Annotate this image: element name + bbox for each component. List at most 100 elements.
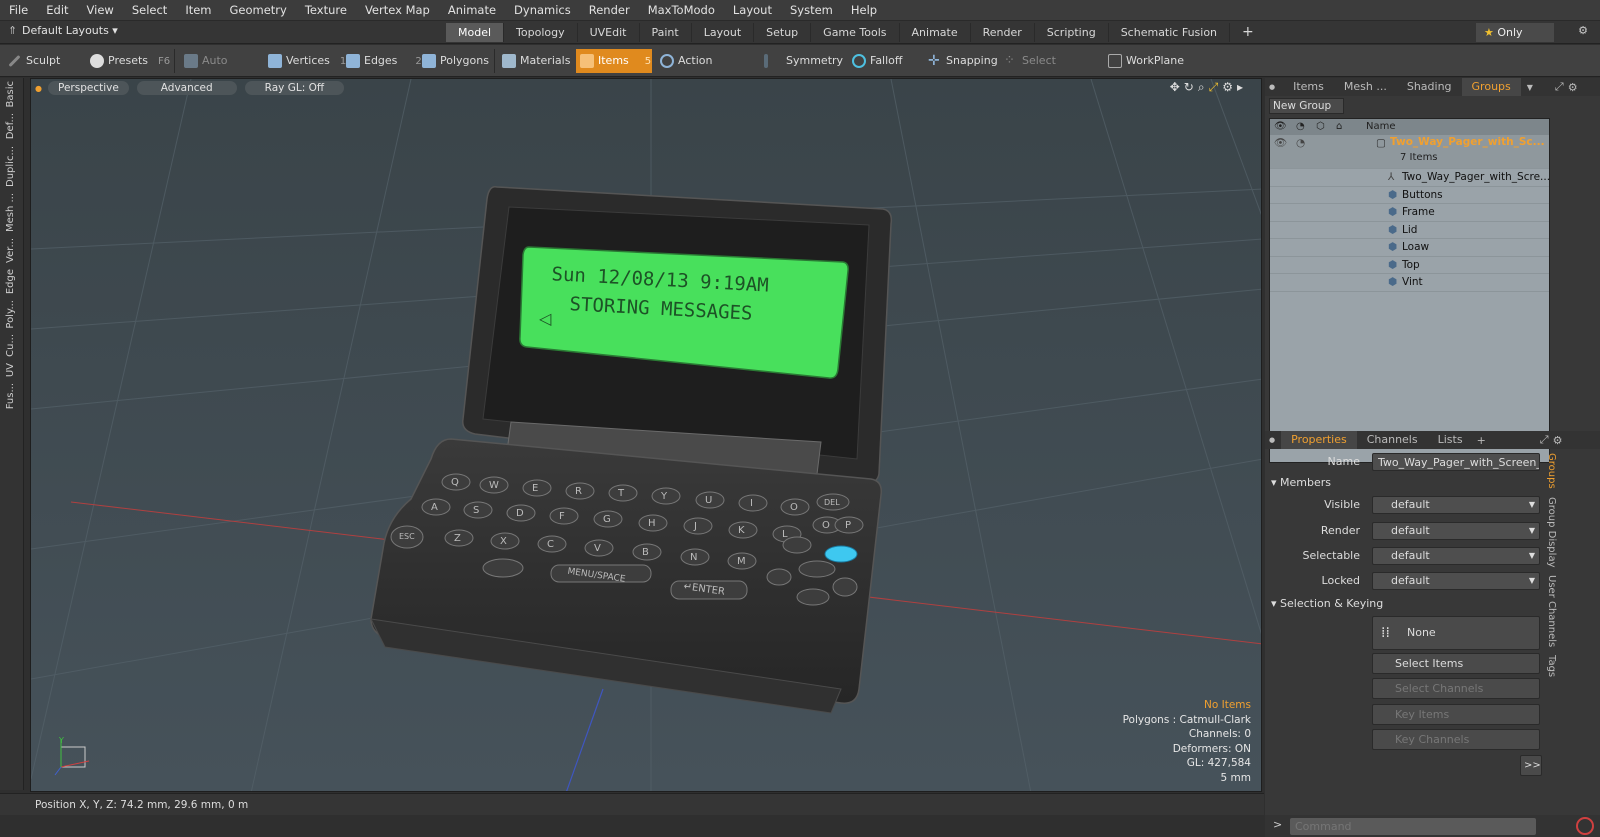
- sculpt-button[interactable]: Sculpt: [4, 49, 82, 73]
- tab-setup[interactable]: Setup: [754, 23, 812, 42]
- more-button[interactable]: >>: [1520, 755, 1542, 776]
- command-input[interactable]: [1290, 818, 1536, 835]
- visibility-column-icon[interactable]: 👁: [1274, 119, 1287, 135]
- layout-up-icon[interactable]: ⇑: [8, 24, 17, 37]
- vertices-button[interactable]: Vertices 1: [264, 49, 346, 73]
- tab-game-tools[interactable]: Game Tools: [811, 23, 900, 42]
- zoom-icon[interactable]: ⌕: [1198, 80, 1209, 94]
- panel-dropdown-icon[interactable]: ▼: [1527, 83, 1533, 92]
- action-center-button[interactable]: Action Center: [656, 49, 748, 91]
- tab-channels[interactable]: Channels: [1357, 431, 1428, 449]
- side-tab-group-display[interactable]: Group Display: [1546, 497, 1557, 567]
- add-tab-icon[interactable]: +: [1477, 434, 1486, 447]
- menu-render[interactable]: Render: [580, 3, 639, 17]
- edges-button[interactable]: Edges 2: [342, 49, 422, 73]
- list-item[interactable]: ⅄ Two_Way_Pager_with_Scre...: [1270, 169, 1550, 187]
- key-channels-button[interactable]: Key Channels: [1372, 729, 1540, 750]
- list-item[interactable]: ⬢ Buttons: [1270, 187, 1549, 204]
- menu-edit[interactable]: Edit: [37, 3, 77, 17]
- tab-topology[interactable]: Topology: [504, 23, 578, 42]
- perspective-button[interactable]: Perspective: [47, 81, 129, 95]
- materials-button[interactable]: Materials: [498, 49, 574, 73]
- properties-expand-icon[interactable]: ⤢: [1540, 433, 1549, 447]
- pan-icon[interactable]: ✥: [1170, 80, 1184, 94]
- tab-lists[interactable]: Lists: [1428, 431, 1473, 449]
- properties-dot-icon[interactable]: ●: [1269, 436, 1275, 444]
- left-tab-vertex[interactable]: Ver...: [5, 235, 19, 266]
- falloff-button[interactable]: Falloff: [848, 49, 918, 73]
- record-icon[interactable]: [1576, 817, 1594, 835]
- list-item[interactable]: ⬢ Vint: [1270, 274, 1549, 292]
- menu-item[interactable]: Item: [176, 3, 220, 17]
- expand-icon[interactable]: ⤢: [1555, 80, 1564, 94]
- left-tab-uv[interactable]: UV: [5, 360, 19, 380]
- symmetry-button[interactable]: Symmetry: [756, 49, 843, 73]
- menu-geometry[interactable]: Geometry: [221, 3, 296, 17]
- 3d-viewport[interactable]: Sun 12/08/13 9:19AM STORING MESSAGES ◁ Q…: [30, 78, 1262, 792]
- visible-dropdown[interactable]: default ▼: [1372, 496, 1540, 514]
- menu-dynamics[interactable]: Dynamics: [505, 3, 580, 17]
- viewport-gear-icon[interactable]: ⚙: [1222, 80, 1237, 94]
- left-tab-deform[interactable]: Def...: [5, 110, 19, 142]
- advanced-button[interactable]: Advanced: [136, 81, 237, 95]
- tab-properties[interactable]: Properties: [1281, 431, 1357, 449]
- left-tab-basic[interactable]: Basic: [5, 78, 19, 110]
- left-tab-mesh[interactable]: Mesh ...: [5, 190, 19, 235]
- menu-animate[interactable]: Animate: [439, 3, 505, 17]
- menu-texture[interactable]: Texture: [296, 3, 356, 17]
- menu-select[interactable]: Select: [123, 3, 176, 17]
- tab-mesh[interactable]: Mesh ...: [1334, 78, 1397, 96]
- list-item[interactable]: ⬢ Loaw: [1270, 239, 1549, 257]
- new-group-button[interactable]: New Group: [1269, 98, 1344, 114]
- members-section[interactable]: ▾ Members: [1271, 476, 1331, 489]
- menu-view[interactable]: View: [78, 3, 123, 17]
- left-tab-duplicate[interactable]: Duplic...: [5, 143, 19, 190]
- menu-file[interactable]: File: [0, 3, 37, 17]
- items-button[interactable]: Items 5: [576, 49, 652, 73]
- render-column-icon[interactable]: ◔: [1296, 119, 1305, 135]
- render-dropdown[interactable]: default ▼: [1372, 522, 1540, 540]
- select-items-button[interactable]: Select Items: [1372, 653, 1540, 674]
- left-tab-fusion[interactable]: Fus...: [5, 380, 19, 412]
- name-column-header[interactable]: Name: [1366, 119, 1396, 135]
- polygons-button[interactable]: Polygons: [418, 49, 492, 73]
- menu-layout[interactable]: Layout: [724, 3, 781, 17]
- list-item[interactable]: ⬢ Top: [1270, 257, 1549, 274]
- presets-button[interactable]: Presets F6: [86, 49, 170, 73]
- rotate-icon[interactable]: ↻: [1184, 80, 1198, 94]
- tab-uvedit[interactable]: UVEdit: [578, 23, 640, 42]
- tab-render[interactable]: Render: [971, 23, 1035, 42]
- tab-items[interactable]: Items: [1283, 78, 1334, 96]
- tab-model[interactable]: Model: [446, 23, 505, 42]
- side-tab-user-channels[interactable]: User Channels: [1546, 575, 1557, 647]
- panel-dot-icon[interactable]: ●: [1269, 83, 1275, 91]
- selection-keying-section[interactable]: ▾ Selection & Keying: [1271, 597, 1383, 610]
- only-toggle[interactable]: ★ Only: [1476, 23, 1554, 42]
- workplane-button[interactable]: WorkPlane: [1104, 49, 1184, 73]
- layouts-dropdown[interactable]: Default Layouts ▾: [22, 24, 118, 37]
- list-item[interactable]: ⬢ Lid: [1270, 222, 1549, 239]
- tab-scripting[interactable]: Scripting: [1035, 23, 1109, 42]
- menu-maxtomodo[interactable]: MaxToModo: [639, 3, 724, 17]
- gear-icon[interactable]: ⚙: [1578, 24, 1588, 37]
- left-tab-polygon[interactable]: Poly...: [5, 297, 19, 332]
- select-through-button[interactable]: ⁘Select Through: [1000, 49, 1100, 92]
- tab-shading[interactable]: Shading: [1397, 78, 1462, 96]
- fit-icon[interactable]: ⤢: [1209, 80, 1223, 94]
- left-tab-curve[interactable]: Cu...: [5, 331, 19, 360]
- menu-help[interactable]: Help: [842, 3, 886, 17]
- menu-system[interactable]: System: [781, 3, 842, 17]
- menu-vertex-map[interactable]: Vertex Map: [356, 3, 439, 17]
- tab-animate[interactable]: Animate: [900, 23, 971, 42]
- viewport-dot-icon[interactable]: ●: [35, 84, 42, 93]
- snapping-button[interactable]: ✛ Snapping: [924, 49, 998, 73]
- group-row[interactable]: 👁 ◔ ▢ Two_Way_Pager_with_Sc... 7 Items: [1270, 135, 1549, 169]
- list-item[interactable]: ⬢ Frame: [1270, 204, 1549, 222]
- auto-select-button[interactable]: Auto Select: [180, 49, 260, 91]
- add-tab-icon[interactable]: +: [1230, 23, 1266, 42]
- name-field[interactable]: [1372, 453, 1540, 471]
- group-render-icon[interactable]: ◔: [1296, 135, 1305, 153]
- key-items-button[interactable]: Key Items: [1372, 704, 1540, 725]
- tab-groups[interactable]: Groups: [1461, 78, 1521, 96]
- viewport-menu-arrow-icon[interactable]: ▸: [1237, 80, 1247, 94]
